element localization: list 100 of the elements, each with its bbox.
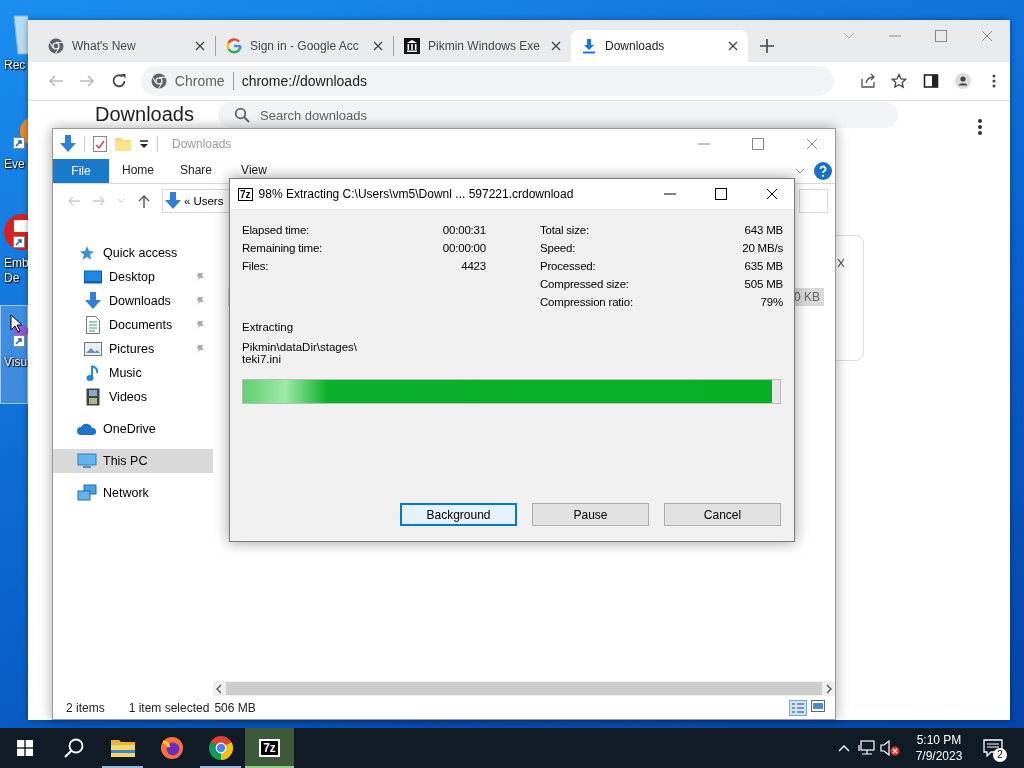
monitor-icon bbox=[84, 270, 102, 284]
site-label: Chrome bbox=[174, 73, 225, 89]
nav-item[interactable]: This PC bbox=[53, 449, 213, 473]
reload-icon[interactable] bbox=[111, 73, 127, 89]
more-menu-icon[interactable] bbox=[978, 119, 982, 135]
side-panel-icon[interactable] bbox=[923, 73, 940, 89]
nav-item[interactable]: OneDrive bbox=[53, 417, 213, 441]
download-icon bbox=[581, 38, 597, 54]
item-count: 2 items bbox=[66, 701, 105, 715]
dialog-button[interactable]: Background bbox=[400, 503, 517, 526]
stat-value: 00:00:00 bbox=[442, 242, 486, 254]
nav-item[interactable]: Desktop bbox=[53, 265, 213, 289]
scrollbar[interactable] bbox=[213, 681, 835, 696]
status-text: Extracting bbox=[242, 321, 295, 333]
download-arrow-icon[interactable] bbox=[60, 135, 76, 153]
shortcut-arrow-icon bbox=[13, 236, 25, 248]
plus-icon bbox=[760, 39, 774, 53]
download-arrow-icon bbox=[165, 192, 181, 210]
dialog-button[interactable]: Cancel bbox=[664, 503, 781, 526]
download-arrow-icon bbox=[84, 292, 102, 310]
volume-muted-icon[interactable] bbox=[879, 740, 900, 756]
browser-tab[interactable]: Pikmin Windows Exe bbox=[394, 30, 571, 62]
breadcrumb[interactable]: Users bbox=[193, 195, 224, 207]
maximize-icon[interactable] bbox=[714, 188, 727, 200]
chevron-down-icon[interactable] bbox=[795, 168, 805, 174]
selection-info: 1 item selected bbox=[128, 701, 210, 715]
document-icon bbox=[86, 316, 100, 334]
ribbon-tab[interactable]: Home bbox=[109, 160, 167, 179]
stat-label: Compressed size: bbox=[540, 278, 629, 290]
share-icon[interactable] bbox=[859, 73, 876, 89]
shortcut-arrow-icon bbox=[13, 335, 25, 347]
notification-button[interactable]: 2 bbox=[975, 728, 1011, 768]
museum-icon bbox=[404, 38, 420, 54]
stat-label: Speed: bbox=[540, 242, 576, 254]
nav-item[interactable]: Downloads bbox=[53, 289, 213, 313]
icon-label: Eve bbox=[4, 157, 25, 172]
dropdown-icon[interactable] bbox=[139, 139, 149, 149]
clock[interactable]: 5:10 PM 7/9/2023 bbox=[903, 732, 975, 764]
stat-value: 505 MB bbox=[744, 278, 783, 290]
taskbar-app[interactable]: 7z bbox=[245, 728, 294, 768]
icon-label: Rec bbox=[4, 58, 26, 73]
stat-label: Processed: bbox=[540, 260, 596, 272]
page-heading: Downloads bbox=[95, 103, 195, 126]
selection-size: 506 MB bbox=[214, 701, 256, 715]
nav-item[interactable]: Music bbox=[53, 361, 213, 385]
close-icon[interactable] bbox=[195, 41, 205, 51]
shortcut-arrow-icon bbox=[13, 137, 25, 149]
properties-icon[interactable] bbox=[93, 136, 107, 152]
ribbon-tab[interactable]: Share bbox=[167, 160, 225, 179]
search-icon[interactable] bbox=[63, 738, 84, 758]
up-arrow-icon[interactable] bbox=[137, 194, 150, 208]
overflow-chevron[interactable]: « bbox=[184, 195, 191, 207]
close-icon[interactable] bbox=[765, 188, 778, 200]
browser-tab[interactable]: Downloads bbox=[571, 30, 748, 62]
nav-item[interactable]: Documents bbox=[53, 313, 213, 337]
nav-item[interactable]: Videos bbox=[53, 385, 213, 409]
close-icon[interactable] bbox=[551, 41, 561, 51]
picture-icon bbox=[84, 342, 102, 356]
film-icon bbox=[86, 388, 100, 406]
nav-item[interactable]: Pictures bbox=[53, 337, 213, 361]
browser-tab[interactable]: Sign in - Google Acc bbox=[216, 30, 393, 62]
stat-label: Total size: bbox=[540, 224, 589, 236]
chrome-icon bbox=[150, 73, 167, 89]
stat-value: 635 MB bbox=[744, 260, 783, 272]
browser-tab[interactable]: What's New bbox=[38, 30, 215, 62]
stat-value: 643 MB bbox=[744, 224, 783, 236]
google-icon bbox=[226, 38, 242, 54]
stat-label: Remaining time: bbox=[242, 242, 323, 254]
stat-value: 4423 bbox=[461, 260, 486, 272]
chrome-icon[interactable] bbox=[208, 736, 233, 760]
network-icon[interactable] bbox=[857, 740, 876, 756]
scroll-right-icon[interactable] bbox=[825, 683, 833, 694]
icon-label: Visu bbox=[4, 355, 28, 370]
thumbnail-view-icon[interactable] bbox=[811, 700, 825, 712]
firefox-icon[interactable] bbox=[159, 736, 184, 760]
ribbon-tab[interactable]: View bbox=[225, 160, 283, 179]
computer-icon bbox=[77, 453, 97, 469]
close-icon[interactable] bbox=[837, 258, 845, 268]
search-field[interactable] bbox=[799, 189, 828, 213]
help-icon[interactable] bbox=[814, 162, 832, 180]
file-tab[interactable]: File bbox=[53, 159, 109, 183]
window-title: 98% Extracting C:\Users\vm5\Downl ... 597221.crdownload bbox=[258, 187, 574, 201]
chevron-up-icon[interactable] bbox=[837, 744, 850, 752]
address-bar[interactable]: Chrome chrome://downloads bbox=[140, 66, 835, 96]
avatar-icon[interactable] bbox=[954, 73, 971, 89]
close-icon[interactable] bbox=[728, 41, 738, 51]
nav-item[interactable]: Quick access bbox=[53, 241, 213, 265]
url-text: chrome://downloads bbox=[241, 73, 367, 89]
folder-icon[interactable] bbox=[110, 738, 135, 758]
stat-label: Elapsed time: bbox=[242, 224, 310, 236]
star-icon[interactable] bbox=[891, 73, 908, 89]
close-icon[interactable] bbox=[373, 41, 383, 51]
nav-item[interactable]: Network bbox=[53, 481, 213, 505]
cloud-icon bbox=[77, 422, 97, 436]
windows-start-icon[interactable] bbox=[16, 740, 33, 756]
scroll-left-icon[interactable] bbox=[215, 683, 223, 694]
dialog-button[interactable]: Pause bbox=[532, 503, 649, 526]
music-note-icon bbox=[86, 364, 100, 382]
notification-count: 2 bbox=[993, 748, 1007, 762]
search-field[interactable]: Search downloads bbox=[218, 102, 898, 128]
